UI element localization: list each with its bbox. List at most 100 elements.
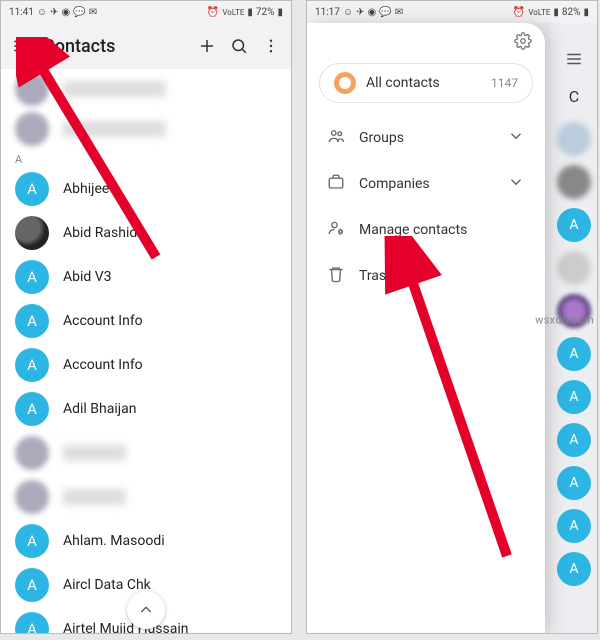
briefcase-icon	[327, 173, 345, 195]
drawer-item-label: Groups	[359, 130, 404, 146]
avatar: A	[557, 337, 591, 371]
avatar	[557, 165, 591, 199]
contact-name: Ahlam. Masoodi	[63, 533, 165, 549]
list-item[interactable]	[1, 431, 291, 475]
messenger-icon: ◉	[62, 7, 71, 18]
section-header: A	[1, 149, 291, 167]
list-item[interactable]: A Ahlam. Masoodi	[1, 519, 291, 563]
contact-name	[63, 81, 166, 97]
all-contacts-label: All contacts	[366, 75, 481, 91]
contact-name	[63, 121, 166, 137]
list-item[interactable]	[1, 475, 291, 519]
chevron-down-icon	[507, 127, 525, 149]
contact-name: Abhijeet	[63, 181, 114, 197]
hamburger-menu-icon[interactable]	[11, 36, 31, 56]
signal-icon: ▮	[553, 7, 559, 18]
volte-icon: VoLTE	[222, 8, 244, 17]
contact-name: Aircl Data Chk	[63, 577, 151, 593]
contact-name: Abid V3	[63, 269, 112, 285]
trash-icon	[327, 265, 345, 287]
messenger-icon: ◉	[368, 7, 377, 18]
drawer-item-groups[interactable]: Groups	[307, 115, 545, 161]
whatsapp-icon: ☺	[343, 7, 353, 18]
list-item[interactable]: Abid Rashid	[1, 211, 291, 255]
avatar	[15, 112, 49, 146]
avatar: A	[15, 568, 49, 602]
telegram-icon: ✈	[356, 7, 364, 18]
avatar: A	[15, 172, 49, 206]
background-contacts-strip: C AAAAAAA	[551, 23, 597, 633]
search-icon[interactable]	[229, 36, 249, 56]
list-item[interactable]: A Abhijeet	[1, 167, 291, 211]
whatsapp-icon: ☺	[37, 7, 47, 18]
drawer-item-label: Trash	[359, 268, 394, 284]
contact-name: Adil Bhaijan	[63, 401, 136, 417]
all-contacts-icon	[334, 72, 356, 94]
list-item[interactable]: A Account Info	[1, 343, 291, 387]
contact-name: Airtel Mujid Hussain	[63, 621, 188, 634]
avatar	[15, 216, 49, 250]
drawer-item-trash[interactable]: Trash	[307, 253, 545, 299]
avatar: A	[557, 466, 591, 500]
avatar: A	[15, 612, 49, 634]
drawer-item-label: Companies	[359, 176, 430, 192]
telegram-icon: ✈	[50, 7, 58, 18]
status-bar: 11:17 ☺ ✈ ◉ 💬 ✉ ⏰ VoLTE ▮ 82% ▮	[307, 1, 597, 23]
avatar	[557, 251, 591, 285]
alarm-icon: ⏰	[513, 7, 525, 18]
battery-text: 72%	[256, 7, 275, 18]
battery-icon: ▮	[583, 7, 589, 18]
all-contacts-button[interactable]: All contacts 1147	[319, 63, 533, 103]
groups-icon	[327, 127, 345, 149]
avatar: A	[557, 423, 591, 457]
page-title-fragment: C	[569, 87, 579, 106]
contact-name	[63, 489, 126, 505]
chat-icon: 💬	[73, 7, 85, 18]
list-item[interactable]: AAdil Bhaijan	[1, 387, 291, 431]
list-item[interactable]: A Abid V3	[1, 255, 291, 299]
drawer-item-manage-contacts[interactable]: Manage contacts	[307, 207, 545, 253]
battery-text: 82%	[562, 7, 581, 18]
avatar	[15, 72, 49, 106]
more-options-icon[interactable]	[261, 36, 281, 56]
mail-icon: ✉	[89, 7, 97, 18]
avatar	[15, 436, 49, 470]
avatar: A	[557, 509, 591, 543]
contacts-header: Contacts	[1, 23, 291, 69]
add-contact-icon[interactable]	[197, 36, 217, 56]
contact-name: Account Info	[63, 313, 143, 329]
all-contacts-count: 1147	[491, 76, 518, 90]
watermark: wsxdn.com	[535, 314, 594, 327]
avatar: A	[15, 348, 49, 382]
avatar: A	[557, 380, 591, 414]
status-time: 11:41	[9, 7, 34, 18]
phone-left: 11:41 ☺ ✈ ◉ 💬 ✉ ⏰ VoLTE ▮ 72% ▮ Contacts	[0, 0, 292, 634]
chat-icon: 💬	[379, 7, 391, 18]
mail-icon: ✉	[395, 7, 403, 18]
status-time: 11:17	[315, 7, 340, 18]
person-gear-icon	[327, 219, 345, 241]
avatar: A	[15, 524, 49, 558]
battery-icon: ▮	[277, 7, 283, 18]
hamburger-menu-icon	[564, 49, 584, 69]
avatar: A	[557, 208, 591, 242]
alarm-icon: ⏰	[207, 7, 219, 18]
navigation-drawer: All contacts 1147 Groups Companies Manage …	[307, 23, 545, 633]
avatar: A	[15, 260, 49, 294]
volte-icon: VoLTE	[528, 8, 550, 17]
settings-gear-icon[interactable]	[513, 31, 533, 51]
list-item[interactable]	[1, 109, 291, 149]
drawer-item-companies[interactable]: Companies	[307, 161, 545, 207]
avatar	[15, 480, 49, 514]
scroll-to-top-button[interactable]	[127, 591, 165, 629]
list-item[interactable]	[1, 69, 291, 109]
status-bar: 11:41 ☺ ✈ ◉ 💬 ✉ ⏰ VoLTE ▮ 72% ▮	[1, 1, 291, 23]
contact-name	[63, 445, 126, 461]
list-item[interactable]: AAccount Info	[1, 299, 291, 343]
avatar: A	[557, 552, 591, 586]
contact-name: Abid Rashid	[63, 225, 137, 241]
signal-icon: ▮	[247, 7, 253, 18]
contacts-list[interactable]: A AAbhijeetAbid RashidAAbid V3AAccount I…	[1, 69, 291, 634]
contact-name: Account Info	[63, 357, 143, 373]
chevron-down-icon	[507, 173, 525, 195]
